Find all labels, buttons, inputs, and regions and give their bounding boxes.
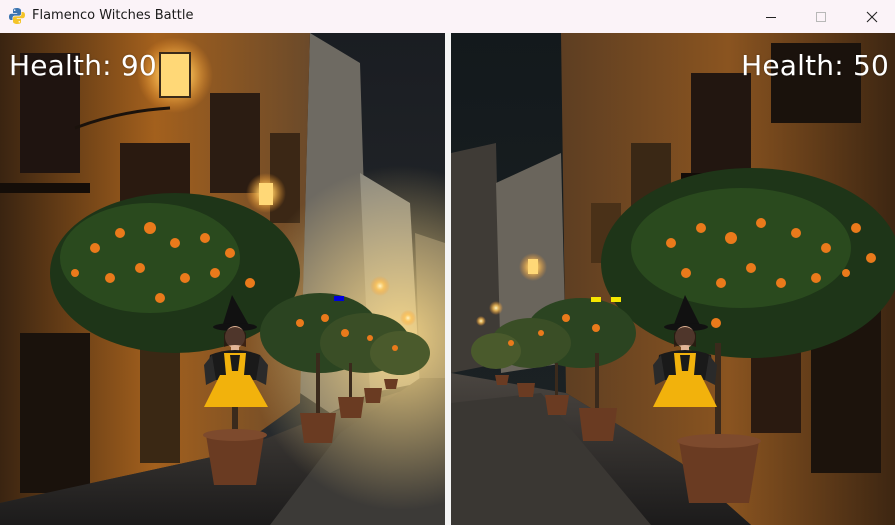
health-label-right: Health: 50 (741, 49, 889, 82)
player-marker-right-a (591, 297, 601, 302)
maximize-button[interactable] (798, 0, 844, 33)
player-view-right: Health: 50 (451, 33, 895, 525)
witch-sprite-left (204, 295, 268, 407)
street-scene-left (0, 33, 445, 525)
window-title: Flamenco Witches Battle (32, 8, 194, 23)
game-canvas[interactable]: Health: 90 Health: 50 (0, 33, 895, 525)
player-view-left: Health: 90 (0, 33, 445, 525)
close-icon (866, 11, 878, 22)
health-label-left: Health: 90 (9, 49, 157, 82)
player-marker-right-b (611, 297, 621, 302)
title-bar: Flamenco Witches Battle (0, 0, 895, 33)
witch-sprite-right (653, 295, 717, 407)
maximize-icon (816, 11, 826, 22)
close-button[interactable] (849, 0, 895, 33)
minimize-icon (766, 16, 776, 18)
player-marker-left (334, 296, 344, 301)
street-scene-right (451, 33, 895, 525)
python-icon (9, 8, 25, 24)
minimize-button[interactable] (748, 0, 794, 33)
